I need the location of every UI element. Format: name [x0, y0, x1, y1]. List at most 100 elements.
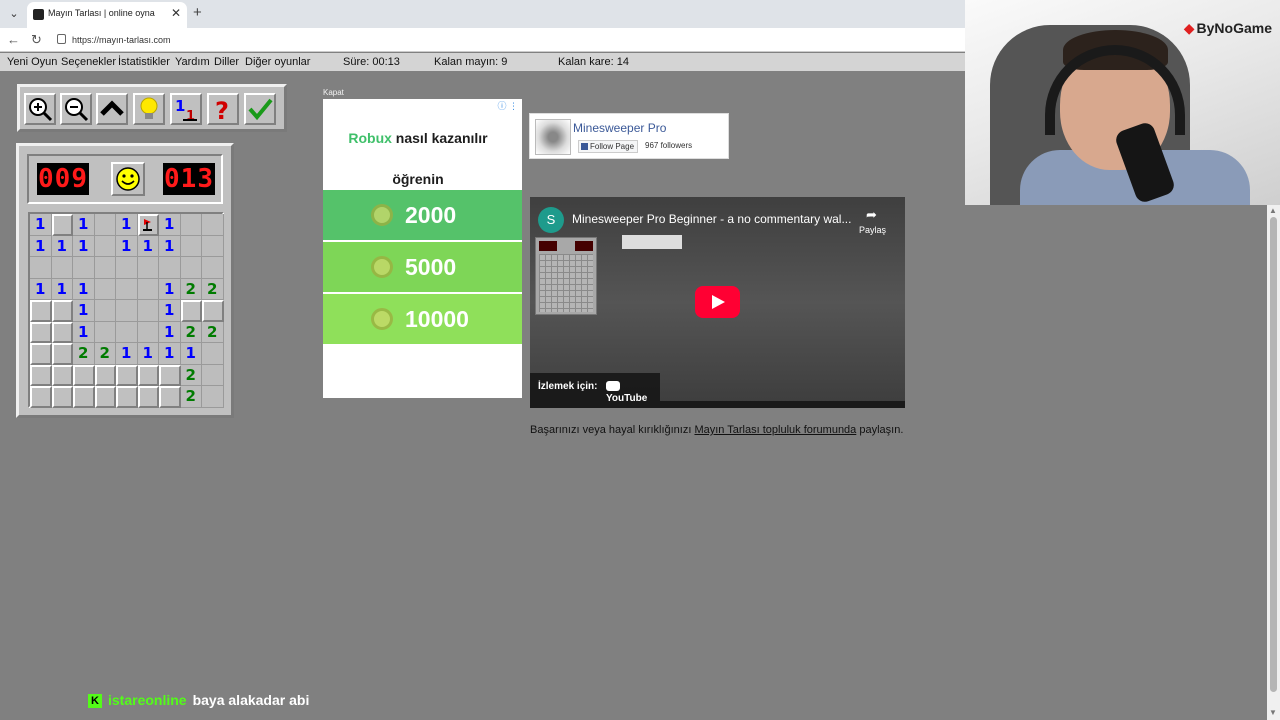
zoom-in-button[interactable] [24, 93, 56, 125]
number-cell[interactable]: 2 [94, 343, 116, 365]
empty-cell[interactable] [51, 257, 73, 279]
empty-cell[interactable] [94, 321, 116, 343]
empty-cell[interactable] [73, 257, 95, 279]
empty-cell[interactable] [30, 257, 52, 279]
browser-tab[interactable]: Mayın Tarlası | online oyna ✕ [27, 2, 187, 28]
number-cell[interactable]: 1 [73, 321, 95, 343]
number-cell[interactable]: 1 [159, 235, 181, 257]
hidden-cell[interactable] [137, 386, 159, 408]
empty-cell[interactable] [159, 257, 181, 279]
menu-languages[interactable]: Diller [214, 56, 239, 68]
number-cell[interactable]: 1 [73, 278, 95, 300]
robux-ad[interactable]: ⓘ ⋮ Robux nasıl kazanılır öğrenin 2000 5… [323, 99, 522, 398]
empty-cell[interactable] [180, 257, 202, 279]
scroll-down-icon[interactable]: ▼ [1269, 708, 1277, 717]
channel-avatar[interactable]: S [538, 207, 564, 233]
hidden-cell[interactable] [116, 364, 138, 386]
number-cell[interactable]: 2 [180, 278, 202, 300]
number-cell[interactable]: 1 [51, 278, 73, 300]
hint-button[interactable] [133, 93, 165, 125]
hidden-cell[interactable] [94, 364, 116, 386]
collapse-button[interactable] [96, 93, 128, 125]
number-cell[interactable]: 2 [73, 343, 95, 365]
empty-cell[interactable] [94, 278, 116, 300]
empty-cell[interactable] [137, 257, 159, 279]
mine-avatar-icon[interactable] [535, 119, 571, 155]
play-button[interactable] [695, 286, 740, 318]
number-cell[interactable]: 1 [30, 235, 52, 257]
empty-cell[interactable] [202, 386, 224, 408]
flagged-cell[interactable] [137, 214, 159, 236]
scroll-up-icon[interactable]: ▲ [1269, 206, 1277, 215]
watch-on-youtube[interactable]: İzlemek için: YouTube [530, 373, 660, 404]
number-cell[interactable]: 1 [73, 214, 95, 236]
hidden-cell[interactable] [73, 386, 95, 408]
menu-other-games[interactable]: Diğer oyunlar [245, 56, 310, 68]
page-scrollbar[interactable]: ▲ ▼ [1267, 205, 1280, 720]
smiley-reset-button[interactable] [111, 162, 145, 196]
share-arrow-icon[interactable]: ➦ [866, 207, 877, 223]
hidden-cell[interactable] [180, 300, 202, 322]
hidden-cell[interactable] [159, 386, 181, 408]
hidden-cell[interactable] [51, 321, 73, 343]
empty-cell[interactable] [202, 343, 224, 365]
ad-option-2000[interactable]: 2000 [323, 190, 522, 240]
number-cell[interactable]: 1 [137, 235, 159, 257]
empty-cell[interactable] [202, 235, 224, 257]
url-field[interactable]: https://mayın-tarlası.com [51, 31, 957, 49]
new-tab-button[interactable]: + [193, 4, 202, 21]
hidden-cell[interactable] [30, 386, 52, 408]
empty-cell[interactable] [202, 214, 224, 236]
hidden-cell[interactable] [73, 364, 95, 386]
menu-statistics[interactable]: İstatistikler [118, 56, 170, 68]
number-cell[interactable]: 1 [116, 343, 138, 365]
hidden-cell[interactable] [202, 300, 224, 322]
empty-cell[interactable] [116, 300, 138, 322]
number-cell[interactable]: 1 [159, 321, 181, 343]
empty-cell[interactable] [137, 321, 159, 343]
reload-icon[interactable]: ↻ [31, 32, 42, 48]
tab-close-icon[interactable]: ✕ [171, 6, 181, 20]
empty-cell[interactable] [137, 300, 159, 322]
hidden-cell[interactable] [30, 364, 52, 386]
menu-new-game[interactable]: Yeni Oyun [7, 56, 57, 68]
hidden-cell[interactable] [51, 386, 73, 408]
empty-cell[interactable] [94, 257, 116, 279]
number-cell[interactable]: 1 [73, 300, 95, 322]
share-label[interactable]: Paylaş [859, 225, 886, 235]
number-cell[interactable]: 1 [116, 235, 138, 257]
number-cell[interactable]: 2 [202, 278, 224, 300]
hidden-cell[interactable] [51, 343, 73, 365]
empty-cell[interactable] [116, 257, 138, 279]
hidden-cell[interactable] [159, 364, 181, 386]
ad-info-icon[interactable]: ⓘ ⋮ [497, 99, 518, 112]
hidden-cell[interactable] [30, 321, 52, 343]
empty-cell[interactable] [94, 214, 116, 236]
hidden-cell[interactable] [51, 300, 73, 322]
scroll-thumb[interactable] [1270, 217, 1277, 692]
follow-page-button[interactable]: Follow Page [578, 140, 639, 153]
numbers-button[interactable]: 11 [170, 93, 202, 125]
number-cell[interactable]: 2 [180, 386, 202, 408]
number-cell[interactable]: 1 [51, 235, 73, 257]
hidden-cell[interactable] [116, 386, 138, 408]
number-cell[interactable]: 1 [180, 343, 202, 365]
hidden-cell[interactable] [51, 364, 73, 386]
hidden-cell[interactable] [137, 364, 159, 386]
hidden-cell[interactable] [30, 300, 52, 322]
fb-page-name[interactable]: Minesweeper Pro [573, 121, 666, 135]
forum-link[interactable]: Mayın Tarlası topluluk forumunda [694, 424, 856, 436]
number-cell[interactable]: 1 [159, 343, 181, 365]
help-button[interactable]: ? [207, 93, 239, 125]
tab-search-chevron-icon[interactable]: ⌄ [5, 6, 23, 22]
number-cell[interactable]: 1 [137, 343, 159, 365]
number-cell[interactable]: 1 [159, 300, 181, 322]
empty-cell[interactable] [202, 257, 224, 279]
number-cell[interactable]: 2 [180, 321, 202, 343]
hidden-cell[interactable] [30, 343, 52, 365]
empty-cell[interactable] [94, 300, 116, 322]
youtube-embed[interactable]: S Minesweeper Pro Beginner - a no commen… [530, 197, 905, 408]
menu-help[interactable]: Yardım [175, 56, 210, 68]
empty-cell[interactable] [116, 278, 138, 300]
empty-cell[interactable] [94, 235, 116, 257]
